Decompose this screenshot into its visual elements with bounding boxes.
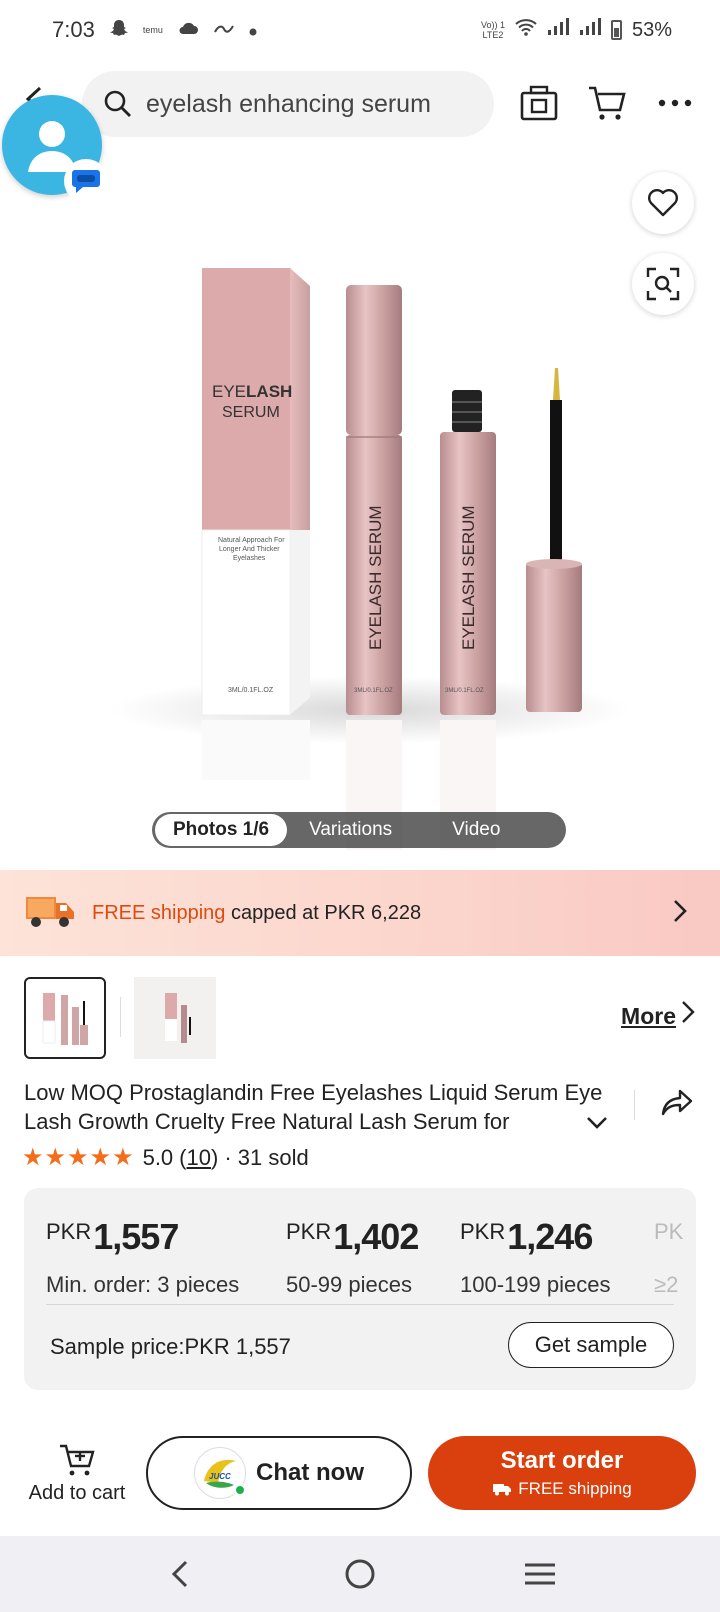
sold-count: · 31 sold — [224, 1144, 309, 1170]
favorite-button[interactable] — [632, 172, 694, 234]
price-tier-3: PKR1,246 100-199 pieces — [460, 1216, 611, 1297]
delivery-truck-icon — [24, 891, 76, 936]
get-sample-button[interactable]: Get sample — [508, 1322, 674, 1368]
dot-icon — [249, 20, 257, 41]
media-tabs: Photos 1/6 Variations Video — [152, 812, 566, 848]
bottom-action-bar: Add to cart JUCC Chat now Start order FR… — [0, 1418, 720, 1536]
tube-label-2: EYELASH SERUM — [459, 505, 478, 650]
truncated-text-row — [24, 1405, 584, 1415]
tube-volume-1: 3ML/0.1FL.OZ — [354, 688, 393, 694]
tab-photos[interactable]: Photos 1/6 — [155, 814, 288, 846]
rating-row: ★★★★★ 5.0 (10) · 31 sold — [22, 1143, 309, 1172]
thumbnail-1[interactable] — [24, 977, 106, 1059]
search-icon — [98, 84, 138, 124]
chevron-right-icon — [672, 898, 688, 931]
snapchat-icon — [109, 18, 129, 43]
image-search-icon — [646, 267, 680, 301]
svg-text:JUCC: JUCC — [209, 1472, 231, 1481]
product-title[interactable]: Low MOQ Prostaglandin Free Eyelashes Liq… — [24, 1078, 614, 1136]
more-dots-icon[interactable] — [652, 80, 698, 126]
price-tiers-box: PKR1,557 Min. order: 3 pieces PKR1,402 5… — [24, 1188, 696, 1390]
tab-video[interactable]: Video — [410, 814, 518, 846]
cart-plus-icon — [22, 1442, 132, 1478]
thumbnail-2[interactable] — [134, 977, 216, 1059]
product-photo: EYELASH SERUM Natural Approach For Longe… — [110, 268, 630, 850]
shipping-cap: capped at PKR 6,228 — [230, 901, 422, 924]
shipping-text: FREE shipping capped at PKR 6,228 — [92, 902, 421, 925]
tab-variations[interactable]: Variations — [287, 814, 410, 846]
status-time: 7:03 — [52, 17, 95, 42]
search-header: eyelash enhancing serum — [0, 70, 720, 138]
nav-home-icon[interactable] — [330, 1544, 390, 1604]
rating-value: 5.0 — [142, 1144, 174, 1170]
chat-now-label: Chat now — [256, 1459, 364, 1486]
nav-recents-icon[interactable] — [510, 1544, 570, 1604]
supplier-logo: JUCC — [194, 1447, 246, 1499]
shipping-banner[interactable]: FREE shipping capped at PKR 6,228 — [0, 870, 720, 956]
divider — [46, 1304, 674, 1305]
thumbnail-strip: More — [24, 977, 696, 1061]
heart-icon — [648, 189, 678, 217]
visual-search-button[interactable] — [632, 253, 694, 315]
message-badge — [64, 159, 108, 203]
product-image-gallery[interactable]: EYELASH SERUM Natural Approach For Longe… — [0, 150, 720, 870]
box-volume: 3ML/0.1FL.OZ — [228, 687, 274, 694]
more-link[interactable]: More — [621, 1003, 676, 1030]
chevron-right-icon[interactable] — [680, 999, 696, 1032]
search-input[interactable]: eyelash enhancing serum — [146, 90, 431, 119]
battery-percent: 53% — [631, 18, 672, 41]
link-icon — [213, 20, 235, 41]
rating-count[interactable]: (10) — [179, 1145, 218, 1171]
start-order-button[interactable]: Start order FREE shipping — [428, 1436, 696, 1510]
online-indicator — [234, 1484, 246, 1496]
box-title-line1: EYELASH — [212, 382, 292, 401]
search-bar[interactable]: eyelash enhancing serum — [82, 71, 494, 137]
start-order-subtitle: FREE shipping — [492, 1479, 632, 1499]
add-to-cart-button[interactable]: Add to cart — [22, 1442, 132, 1505]
status-bar: 7:03 temu Vo)) 1 LTE2 53% — [0, 0, 720, 60]
free-shipping-label: FREE shipping — [92, 901, 226, 924]
signal-icon-2 — [579, 18, 601, 42]
tube-label-1: EYELASH SERUM — [366, 505, 385, 650]
nav-back-icon[interactable] — [150, 1544, 210, 1604]
temu-icon: temu — [142, 25, 163, 35]
chat-now-button[interactable]: JUCC Chat now — [146, 1436, 412, 1510]
message-icon — [72, 170, 100, 193]
sample-price: Sample price:PKR 1,557 — [50, 1334, 291, 1359]
price-tier-1: PKR1,557 Min. order: 3 pieces — [46, 1216, 240, 1297]
volte-indicator: Vo)) 1 LTE2 — [480, 20, 505, 40]
camera-icon[interactable] — [516, 80, 562, 126]
star-rating: ★★★★★ — [22, 1144, 135, 1171]
chevron-down-icon[interactable] — [586, 1110, 608, 1136]
signal-icon — [547, 18, 569, 42]
wifi-icon — [515, 18, 537, 42]
share-icon[interactable] — [660, 1088, 694, 1123]
cart-icon[interactable] — [584, 80, 630, 126]
cloud-icon — [177, 20, 199, 41]
box-title-line2: SERUM — [222, 404, 280, 421]
thumbnail-separator — [120, 997, 121, 1037]
chat-head-bubble[interactable] — [2, 95, 108, 203]
truck-icon — [493, 1484, 512, 1496]
title-separator — [634, 1090, 635, 1120]
add-to-cart-label: Add to cart — [28, 1482, 126, 1504]
system-nav-bar — [0, 1536, 720, 1612]
price-tier-2: PKR1,402 50-99 pieces — [286, 1216, 419, 1297]
start-order-label: Start order — [500, 1447, 624, 1474]
price-tier-4: PK ≥2 — [654, 1219, 684, 1297]
tube-volume-2: 3ML/0.1FL.OZ — [445, 688, 484, 694]
battery-icon — [610, 20, 622, 40]
